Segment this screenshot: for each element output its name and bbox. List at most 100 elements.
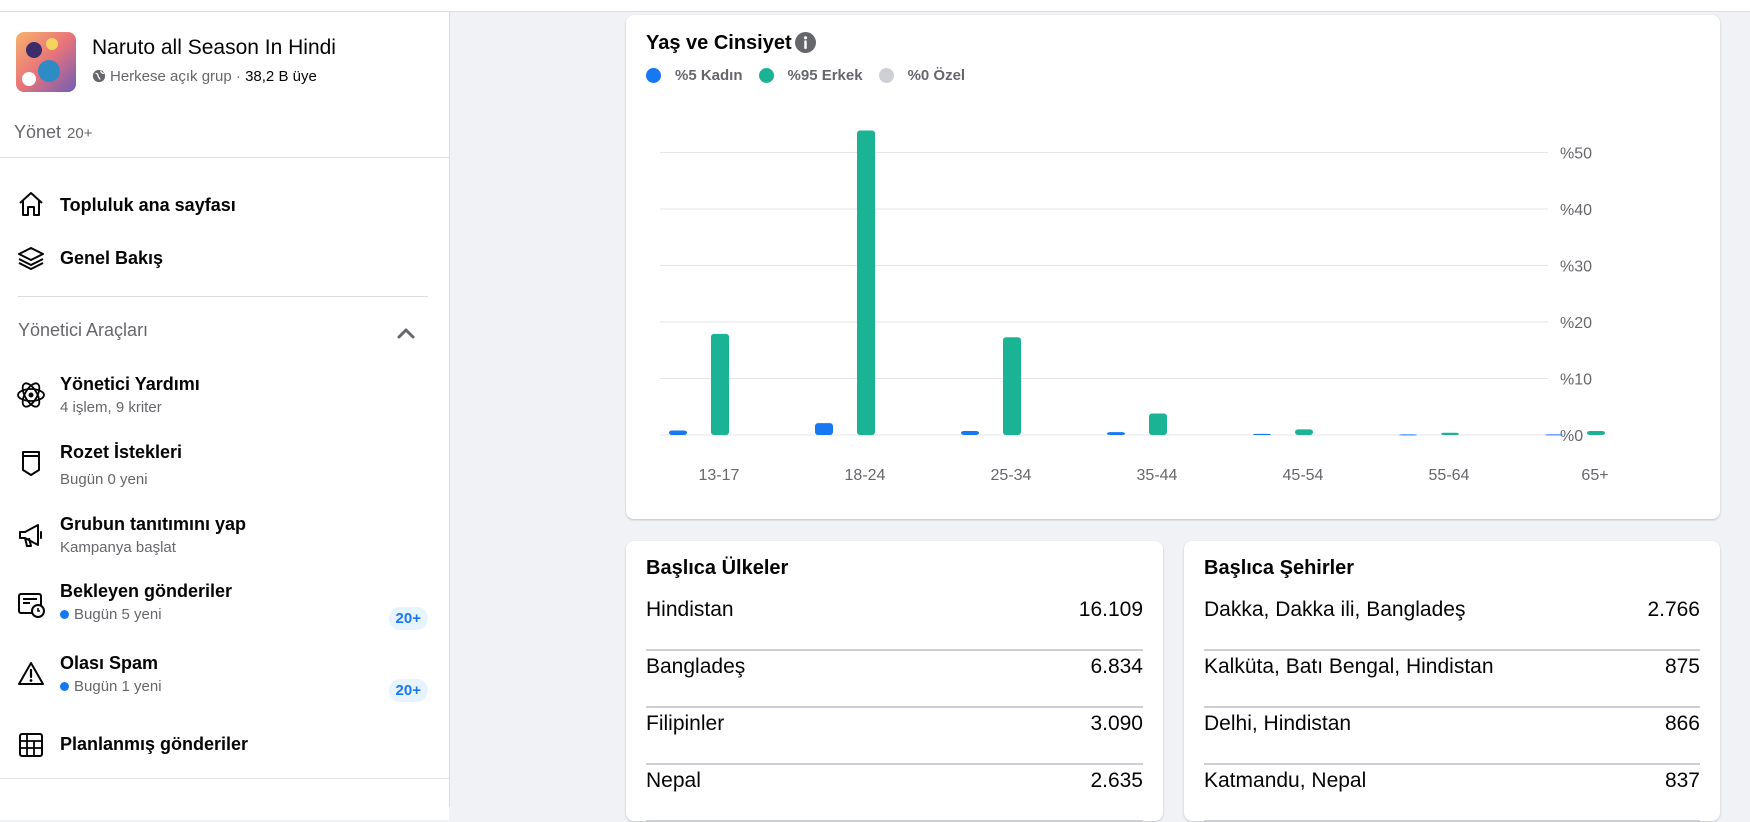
pending-posts-icon	[18, 593, 45, 618]
meta-separator: ·	[235, 68, 241, 85]
group-header[interactable]	[16, 32, 76, 92]
nav-label: Bekleyen gönderiler	[60, 581, 233, 601]
table-row: Delhi, Hindistan 866	[1204, 706, 1700, 765]
row-label: Katmandu, Nepal	[1204, 769, 1367, 792]
nav-label: Olası Spam	[60, 653, 159, 673]
pending-posts-item[interactable]: Bekleyen gönderiler Bugün 5 yeni 20+	[16, 581, 428, 630]
nav-label: Rozet İstekleri	[60, 442, 183, 462]
sidebar-footer	[0, 778, 449, 820]
bar-men[interactable]	[1149, 413, 1167, 435]
row-value: 2.766	[1647, 598, 1700, 621]
y-tick-label: %40	[1560, 202, 1592, 219]
warning-icon	[18, 662, 44, 685]
y-tick-label: %10	[1560, 372, 1592, 389]
card-title: Başlıca Şehirler	[1204, 557, 1355, 579]
nav-label: Topluluk ana sayfası	[60, 195, 236, 215]
group-avatar[interactable]	[16, 32, 76, 92]
bar-men[interactable]	[711, 333, 729, 435]
bar-men[interactable]	[1587, 431, 1605, 435]
bar-men[interactable]	[1295, 429, 1313, 435]
nav-community-home[interactable]: Topluluk ana sayfası	[16, 189, 428, 219]
bar-women[interactable]	[1545, 434, 1563, 436]
badge-icon	[22, 451, 40, 476]
group-meta: Herkese açık grup · 38,2 B üye	[92, 68, 317, 87]
x-tick-label: 35-44	[1137, 467, 1178, 484]
chevron-up-icon[interactable]	[396, 326, 416, 340]
new-indicator-dot	[60, 682, 69, 691]
nav-overview[interactable]: Genel Bakış	[16, 243, 428, 273]
row-value: 6.834	[1090, 655, 1143, 678]
row-label: Dakka, Dakka ili, Bangladeş	[1204, 598, 1466, 621]
badge-requests-item[interactable]: Rozet İstekleri Bugün 0 yeni	[16, 442, 428, 488]
x-tick-label: 13-17	[699, 467, 740, 484]
promote-group-item[interactable]: Grubun tanıtımını yap Kampanya başlat	[16, 514, 428, 556]
table-row: Nepal 2.635	[646, 763, 1143, 822]
table-row: Katmandu, Nepal 837	[1204, 763, 1700, 822]
row-label: Kalküta, Batı Bengal, Hindistan	[1204, 655, 1494, 678]
x-tick-label: 65+	[1581, 467, 1608, 484]
megaphone-icon	[19, 524, 42, 547]
row-label: Hindistan	[646, 598, 734, 621]
table-row: Bangladeş 6.834	[646, 649, 1143, 708]
scheduled-posts-item[interactable]: Planlanmış gönderiler	[16, 730, 428, 760]
row-value: 837	[1664, 769, 1700, 792]
x-tick-label: 25-34	[991, 467, 1032, 484]
row-label: Filipinler	[646, 712, 725, 735]
nav-sublabel: 4 işlem, 9 kriter	[60, 399, 162, 416]
bar-women[interactable]	[961, 431, 979, 435]
top-bar	[0, 0, 1750, 12]
admin-sidebar: Naruto all Season In Hindi Herkese açık …	[0, 12, 450, 820]
row-label: Bangladeş	[646, 655, 746, 678]
bar-men[interactable]	[1441, 432, 1459, 435]
row-value: 866	[1664, 712, 1700, 735]
row-value: 16.109	[1078, 598, 1143, 621]
top-countries-card: Başlıca Ülkeler Hindistan 16.109 Bangladeş…	[626, 541, 1163, 822]
admin-assist-item[interactable]: Yönetici Yardımı 4 işlem, 9 kriter	[16, 374, 428, 416]
table-row: Hindistan 16.109	[646, 592, 1143, 651]
table-row: Filipinler 3.090	[646, 706, 1143, 765]
divider	[0, 157, 449, 158]
y-tick-label: %0	[1560, 428, 1583, 445]
bar-men[interactable]	[857, 130, 875, 435]
row-label: Delhi, Hindistan	[1204, 712, 1352, 735]
globe-icon	[92, 69, 106, 87]
manage-label: Yönet	[14, 122, 62, 142]
row-value: 875	[1664, 655, 1700, 678]
nav-sublabel: Bugün 1 yeni	[60, 678, 162, 695]
y-tick-label: %20	[1560, 315, 1592, 332]
row-label: Nepal	[646, 769, 701, 792]
bar-women[interactable]	[1253, 433, 1271, 435]
layers-icon	[18, 247, 44, 270]
manage-count: 20+	[67, 125, 93, 142]
row-value: 2.635	[1090, 769, 1143, 792]
age-gender-card: Yaş ve Cinsiyet %5 Kadın %95 Erkek %0 Öz…	[626, 15, 1720, 519]
x-tick-label: 55-64	[1429, 467, 1470, 484]
age-gender-bar-chart: %0 %10 %20 %30 %40 %50 13-17 18-24 25-34 35-44 45-…	[660, 130, 1609, 484]
y-tick-label: %50	[1560, 146, 1592, 163]
group-name[interactable]: Naruto all Season In Hindi	[92, 36, 336, 60]
nav-label: Planlanmış gönderiler	[60, 734, 249, 754]
nav-label: Genel Bakış	[60, 248, 164, 268]
possible-spam-item[interactable]: Olası Spam Bugün 1 yeni 20+	[16, 653, 428, 702]
divider	[18, 296, 428, 297]
bar-women[interactable]	[669, 430, 687, 435]
bar-women[interactable]	[815, 423, 833, 435]
calendar-icon	[19, 733, 43, 757]
admin-tools-heading: Yönetici Araçları	[18, 320, 149, 340]
bar-women[interactable]	[1399, 434, 1417, 436]
x-tick-label: 18-24	[845, 467, 886, 484]
nav-label: Yönetici Yardımı	[60, 374, 200, 394]
bar-women[interactable]	[1107, 432, 1125, 435]
nav-sublabel: Bugün 0 yeni	[60, 471, 148, 488]
top-cities-card: Başlıca Şehirler Dakka, Dakka ili, Bangl…	[1184, 541, 1720, 822]
nav-sublabel: Bugün 5 yeni	[60, 606, 232, 623]
nav-sublabel: Kampanya başlat	[60, 539, 176, 556]
x-tick-label: 45-54	[1283, 467, 1324, 484]
table-row: Kalküta, Batı Bengal, Hindistan 875	[1204, 649, 1700, 708]
row-value: 3.090	[1090, 712, 1143, 735]
table-row: Dakka, Dakka ili, Bangladeş 2.766	[1204, 592, 1700, 651]
group-member-count[interactable]: 38,2 B üye	[245, 68, 317, 85]
new-indicator-dot	[60, 610, 69, 619]
y-tick-label: %30	[1560, 259, 1592, 276]
bar-men[interactable]	[1003, 337, 1021, 435]
